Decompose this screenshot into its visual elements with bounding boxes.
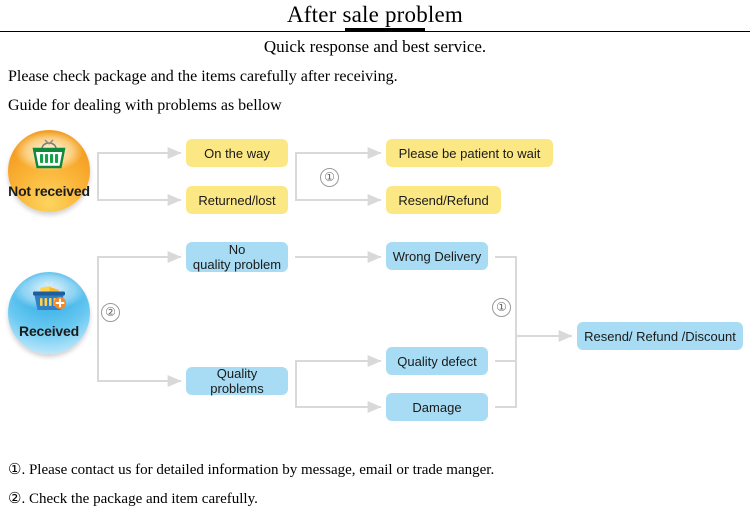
step-marker-one-top: ① <box>320 168 339 187</box>
box-returned-lost-label: Returned/lost <box>198 192 276 208</box>
box-on-the-way-label: On the way <box>204 145 270 161</box>
node-received-label: Received <box>19 323 79 339</box>
box-returned-lost[interactable]: Returned/lost <box>186 186 288 214</box>
step-marker-two-left: ② <box>101 303 120 322</box>
box-please-be-patient-to-wait[interactable]: Please be patient to wait <box>386 139 553 167</box>
shopping-basket-filled-icon <box>26 278 72 318</box>
box-damage[interactable]: Damage <box>386 393 488 421</box>
box-no-quality-problem-line1: No <box>228 242 246 257</box>
flowchart-connectors <box>97 147 573 413</box>
box-resend-refund-discount[interactable]: Resend/ Refund /Discount <box>577 322 743 350</box>
box-quality-defect[interactable]: Quality defect <box>386 347 488 375</box>
box-no-quality-problem[interactable]: No quality problem <box>186 242 288 272</box>
node-not-received[interactable]: Not received <box>8 130 90 212</box>
node-received[interactable]: Received <box>8 272 90 354</box>
footnote-1: ①. Please contact us for detailed inform… <box>8 462 495 478</box>
box-quality-problems[interactable]: Quality problems <box>186 366 288 396</box>
box-wrong-delivery[interactable]: Wrong Delivery <box>386 242 488 270</box>
box-no-quality-problem-line2: quality problem <box>192 257 282 272</box>
box-please-be-patient-to-wait-label: Please be patient to wait <box>398 145 541 161</box>
box-no-quality-problem-label: No quality problem <box>193 242 281 272</box>
box-resend-refund-label: Resend/Refund <box>398 192 489 208</box>
box-on-the-way[interactable]: On the way <box>186 139 288 167</box>
flowchart: Not received Received On the way Returne… <box>0 0 750 521</box>
box-quality-defect-label: Quality defect <box>397 353 477 369</box>
box-damage-label: Damage <box>412 399 462 415</box>
box-wrong-delivery-label: Wrong Delivery <box>392 248 482 264</box>
node-not-received-label: Not received <box>8 183 90 199</box>
box-quality-problems-label: Quality problems <box>210 366 264 396</box>
box-resend-refund-discount-label: Resend/ Refund /Discount <box>584 328 736 344</box>
shopping-basket-icon <box>26 136 72 176</box>
footnote-2: ②. Check the package and item carefully. <box>8 491 258 507</box>
step-marker-one-right: ① <box>492 298 511 317</box>
box-resend-refund[interactable]: Resend/Refund <box>386 186 501 214</box>
